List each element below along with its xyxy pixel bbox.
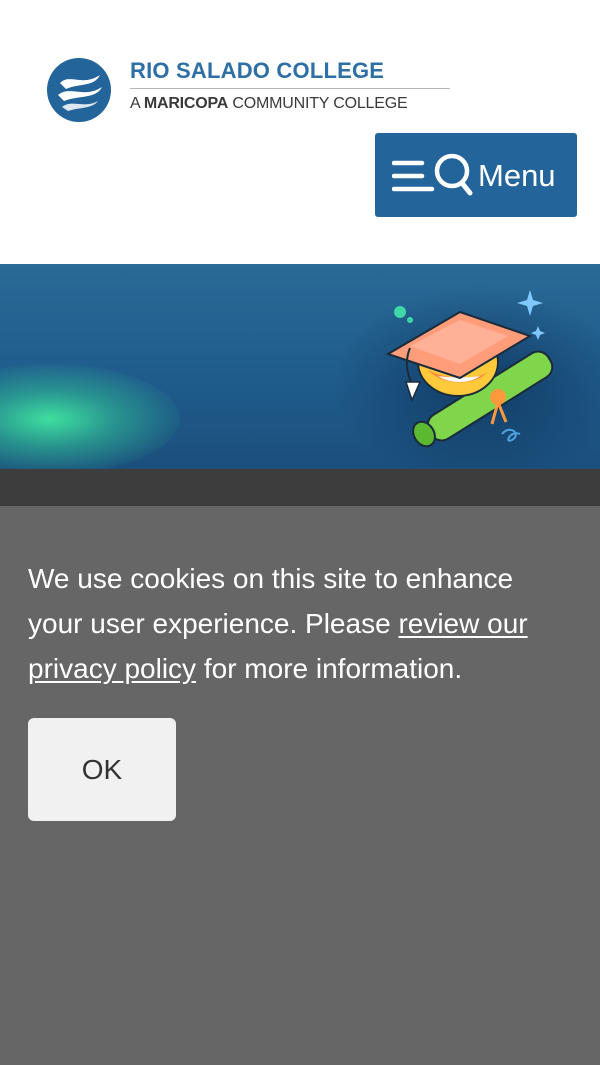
college-name: RIO SALADO COLLEGE (130, 58, 385, 83)
cookie-text-end: for more information. (196, 653, 463, 684)
ok-button[interactable]: OK (28, 718, 176, 821)
menu-button[interactable]: Menu (375, 133, 577, 217)
hamburger-search-icon (392, 153, 473, 196)
logo-divider (130, 88, 450, 89)
rio-salado-logo-icon (47, 58, 111, 122)
college-tagline: A MARICOPA COMMUNITY COLLEGE (130, 95, 408, 113)
hero-glow (0, 364, 180, 469)
cookie-message: We use cookies on this site to enhance y… (28, 556, 573, 691)
menu-label: Menu (478, 158, 556, 193)
hero-banner (0, 264, 600, 469)
tagline-prefix: A (130, 95, 140, 112)
graduation-cap-diploma-icon (385, 290, 554, 448)
cookie-consent-banner: We use cookies on this site to enhance y… (0, 506, 600, 1065)
nav-strip (0, 469, 600, 506)
college-logo-link[interactable]: RIO SALADO COLLEGE A MARICOPA COMMUNITY … (46, 55, 456, 122)
tagline-rest: COMMUNITY COLLEGE (232, 95, 408, 112)
tagline-bold: MARICOPA (143, 95, 229, 112)
site-header: RIO SALADO COLLEGE A MARICOPA COMMUNITY … (0, 0, 600, 264)
